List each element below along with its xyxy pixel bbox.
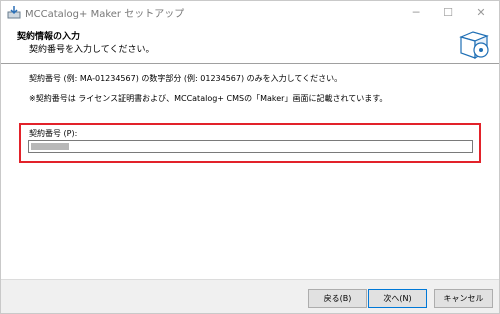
back-button[interactable]: 戻る(B) bbox=[308, 289, 367, 308]
cd-box-icon bbox=[459, 31, 489, 60]
contract-number-label: 契約番号 (P): bbox=[29, 129, 78, 138]
minimize-icon: ─ bbox=[412, 5, 420, 19]
header-divider bbox=[1, 63, 499, 64]
installer-icon bbox=[7, 6, 21, 19]
close-icon: ✕ bbox=[476, 5, 486, 19]
contract-number-input[interactable] bbox=[28, 140, 473, 153]
close-button[interactable]: ✕ bbox=[466, 1, 496, 23]
cancel-button[interactable]: キャンセル bbox=[434, 289, 493, 308]
title-bar: MCCatalog+ Maker セットアップ ─ ☐ ✕ bbox=[1, 1, 499, 23]
maximize-icon: ☐ bbox=[443, 5, 453, 19]
redacted-value bbox=[31, 143, 69, 150]
wizard-header: 契約情報の入力 契約番号を入力してください。 bbox=[1, 23, 499, 63]
next-button[interactable]: 次へ(N) bbox=[368, 289, 427, 308]
page-subtitle: 契約番号を入力してください。 bbox=[29, 45, 155, 55]
instruction-text: 契約番号 (例: MA-01234567) の数字部分 (例: 01234567… bbox=[29, 74, 343, 83]
maximize-button[interactable]: ☐ bbox=[433, 1, 463, 23]
window-title: MCCatalog+ Maker セットアップ bbox=[25, 9, 185, 20]
minimize-button[interactable]: ─ bbox=[401, 1, 431, 23]
page-title: 契約情報の入力 bbox=[17, 32, 81, 42]
setup-window: MCCatalog+ Maker セットアップ ─ ☐ ✕ 契約情報の入力 契約… bbox=[0, 0, 500, 314]
note-text: ※契約番号は ライセンス証明書および、MCCatalog+ CMSの「Maker… bbox=[29, 94, 388, 103]
